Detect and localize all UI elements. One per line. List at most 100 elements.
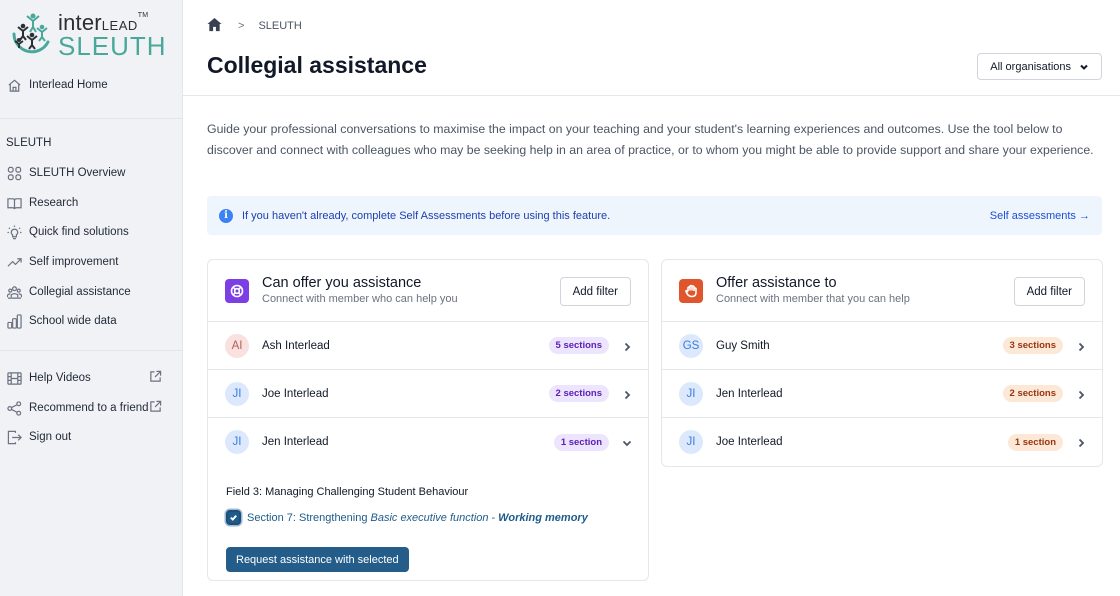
- avatar: JI: [679, 430, 703, 454]
- sidebar-item-label: SLEUTH Overview: [29, 167, 126, 179]
- request-assistance-button[interactable]: Request assistance with selected: [226, 547, 409, 572]
- chevron-right-icon[interactable]: [1075, 340, 1087, 352]
- users-icon: [6, 284, 22, 300]
- avatar: GS: [679, 333, 703, 358]
- sidebar-item-label: Research: [29, 197, 79, 209]
- organisation-select[interactable]: All organisations: [977, 53, 1102, 80]
- offer-assistance-to-card: Offer assistance to Connect with member …: [661, 259, 1103, 467]
- member-name: Joe Interlead: [716, 436, 783, 448]
- sidebar: interLEADTM SLEUTH Interlead Home SLEUTH…: [0, 0, 183, 596]
- avatar: JI: [679, 381, 703, 406]
- external-link-icon: [149, 370, 163, 384]
- add-filter-button[interactable]: Add filter: [1013, 277, 1085, 306]
- sidebar-divider: [0, 350, 183, 351]
- logo-wordmark-bottom: SLEUTH: [58, 31, 167, 61]
- sidebar-item-recommend-to-a-friend[interactable]: Recommend to a friend: [0, 395, 183, 421]
- sidebar-section-label: SLEUTH: [6, 137, 52, 149]
- film-icon: [6, 370, 22, 386]
- chevron-right-icon[interactable]: [1075, 436, 1087, 448]
- trending-up-icon: [6, 254, 22, 270]
- sidebar-item-collegial-assistance[interactable]: Collegial assistance: [0, 279, 183, 305]
- member-row[interactable]: JI Joe Interlead 2 sections: [208, 370, 648, 418]
- self-assessments-link[interactable]: Self assessments →: [990, 210, 1090, 222]
- card-title: Offer assistance to: [716, 275, 837, 291]
- sidebar-item-quick-find-solutions[interactable]: Quick find solutions: [0, 219, 183, 245]
- sections-badge: 2 sections: [548, 385, 609, 402]
- sidebar-item-label: Interlead Home: [29, 79, 108, 91]
- card-subtitle: Connect with member that you can help: [716, 293, 910, 305]
- sidebar-item-sign-out[interactable]: Sign out: [0, 424, 183, 450]
- card-subtitle: Connect with member who can help you: [262, 293, 458, 305]
- share-icon: [6, 400, 22, 416]
- member-row[interactable]: GS Guy Smith 3 sections: [662, 322, 1102, 370]
- organisation-select-value: All organisations: [990, 60, 1071, 73]
- lightbulb-icon: [6, 224, 22, 240]
- grid-icon: [6, 165, 22, 181]
- sidebar-divider: [0, 118, 183, 119]
- member-name: Ash Interlead: [262, 339, 330, 352]
- breadcrumb: > SLEUTH: [207, 17, 302, 35]
- section-label: Section 7: Strengthening: [247, 511, 368, 524]
- sidebar-item-label: Self improvement: [29, 256, 119, 268]
- info-icon: i: [219, 208, 233, 223]
- sidebar-item-self-improvement[interactable]: Self improvement: [0, 249, 183, 275]
- sidebar-item-sleuth-overview[interactable]: SLEUTH Overview: [0, 160, 183, 186]
- sidebar-item-label: Collegial assistance: [29, 286, 131, 298]
- section-option[interactable]: Section 7: Strengthening Basic executive…: [226, 510, 630, 525]
- interlead-sleuth-logo[interactable]: interLEADTM SLEUTH: [8, 8, 178, 60]
- card-title: Can offer you assistance: [262, 275, 422, 291]
- hand-icon: [679, 279, 703, 303]
- sections-badge: 3 sections: [1002, 337, 1063, 354]
- card-header: Can offer you assistance Connect with me…: [208, 260, 648, 322]
- section-dash: -: [491, 511, 496, 524]
- external-link-icon: [149, 400, 163, 414]
- alert-message: If you haven't already, complete Self As…: [242, 209, 611, 222]
- expanded-sections-panel: Field 3: Managing Challenging Student Be…: [208, 466, 648, 572]
- sidebar-item-label: Recommend to a friend: [29, 402, 149, 414]
- sidebar-item-label: Sign out: [29, 431, 72, 443]
- home-icon[interactable]: [207, 17, 222, 35]
- sections-badge: 2 sections: [1002, 385, 1063, 402]
- breadcrumb-item[interactable]: SLEUTH: [258, 20, 301, 32]
- chevron-right-icon[interactable]: [621, 340, 633, 352]
- member-row[interactable]: JI Jen Interlead 2 sections: [662, 370, 1102, 418]
- member-name: Guy Smith: [716, 339, 770, 352]
- avatar: AI: [225, 333, 249, 358]
- member-row[interactable]: AI Ash Interlead 5 sections: [208, 322, 648, 370]
- main-content: > SLEUTH Collegial assistance All organi…: [183, 0, 1120, 596]
- chevron-right-icon[interactable]: [621, 388, 633, 400]
- logo-people-icon: [12, 13, 50, 54]
- add-filter-button[interactable]: Add filter: [559, 277, 631, 306]
- section-checkbox[interactable]: [226, 510, 241, 525]
- intro-text: Guide your professional conversations to…: [207, 122, 1094, 157]
- info-alert: i If you haven't already, complete Self …: [207, 196, 1102, 235]
- can-offer-you-assistance-card: Can offer you assistance Connect with me…: [207, 259, 649, 581]
- sidebar-item-interlead-home[interactable]: Interlead Home: [0, 72, 183, 98]
- lifebuoy-icon: [225, 279, 249, 303]
- member-name: Jen Interlead: [262, 436, 329, 448]
- book-icon: [6, 195, 22, 211]
- avatar: JI: [225, 430, 249, 454]
- sidebar-item-school-wide-data[interactable]: School wide data: [0, 308, 183, 334]
- chevron-right-icon[interactable]: [1075, 388, 1087, 400]
- member-row[interactable]: JI Joe Interlead 1 section: [662, 418, 1102, 466]
- home-outline-icon: [6, 77, 22, 93]
- sidebar-item-label: Quick find solutions: [29, 226, 129, 238]
- member-name: Jen Interlead: [716, 387, 783, 400]
- sidebar-item-help-videos[interactable]: Help Videos: [0, 365, 183, 391]
- header-divider: [183, 95, 1120, 96]
- sections-badge: 1 section: [1007, 433, 1063, 451]
- checkmark-icon: [230, 515, 237, 521]
- sections-badge: 5 sections: [548, 337, 609, 354]
- chevron-down-icon: [1080, 64, 1088, 70]
- sidebar-item-research[interactable]: Research: [0, 190, 183, 216]
- avatar: JI: [225, 381, 249, 406]
- member-row-expanded[interactable]: JI Jen Interlead 1 section: [208, 418, 648, 466]
- chevron-down-icon[interactable]: [621, 436, 633, 448]
- page-title: Collegial assistance: [207, 52, 427, 78]
- card-header: Offer assistance to Connect with member …: [662, 260, 1102, 322]
- sign-out-icon: [6, 429, 22, 445]
- field-title: Field 3: Managing Challenging Student Be…: [226, 486, 469, 498]
- breadcrumb-separator-icon: >: [238, 20, 245, 32]
- sidebar-item-label: School wide data: [29, 315, 117, 327]
